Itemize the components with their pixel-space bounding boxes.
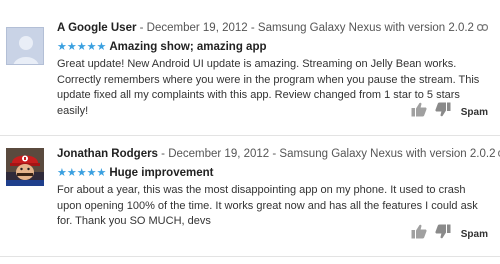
avatar[interactable]: [6, 148, 44, 186]
star-rating: ★★★★★: [57, 41, 107, 53]
review-body: For about a year, this was the most disa…: [57, 184, 478, 227]
review-author[interactable]: Jonathan Rodgers: [57, 148, 158, 160]
star-rating: ★★★★★: [57, 167, 107, 179]
review-header: A Google User - December 19, 2012 - Sams…: [57, 22, 488, 34]
review-author[interactable]: A Google User: [57, 22, 136, 34]
review-title: Huge improvement: [109, 167, 214, 179]
review-actions: Spam: [403, 102, 488, 122]
rating-line: ★★★★★ Amazing show; amazing app: [57, 40, 267, 53]
review-item: Jonathan Rodgers - December 19, 2012 - S…: [0, 136, 500, 264]
review-title: Amazing show; amazing app: [109, 41, 267, 53]
thumbs-down-icon[interactable]: [435, 102, 451, 122]
thumbs-down-icon[interactable]: [435, 224, 451, 244]
review-header: Jonathan Rodgers - December 19, 2012 - S…: [57, 148, 500, 160]
review-item: A Google User - December 19, 2012 - Sams…: [0, 0, 500, 132]
review-actions: Spam: [403, 224, 488, 244]
mario-costume-photo: [6, 148, 44, 186]
review-meta: - December 19, 2012 - Samsung Galaxy Nex…: [157, 148, 496, 161]
spam-link[interactable]: Spam: [461, 107, 488, 118]
default-user-icon: [7, 28, 43, 64]
thumbs-up-icon[interactable]: [411, 102, 427, 122]
thumbs-up-icon[interactable]: [411, 224, 427, 244]
rating-line: ★★★★★ Huge improvement: [57, 166, 213, 179]
spam-link[interactable]: Spam: [461, 229, 488, 240]
avatar[interactable]: [6, 27, 44, 65]
link-icon[interactable]: [476, 22, 488, 34]
reviews-page: A Google User - December 19, 2012 - Sams…: [0, 0, 500, 264]
review-meta: - December 19, 2012 - Samsung Galaxy Nex…: [136, 22, 474, 35]
review-divider: [0, 256, 500, 257]
